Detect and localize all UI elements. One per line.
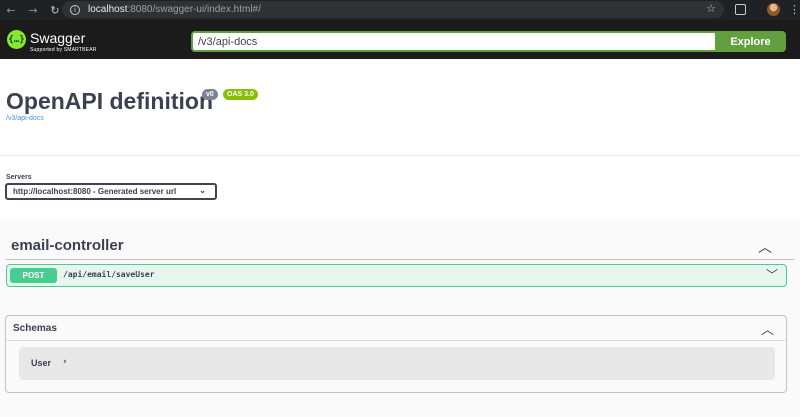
page-title: OpenAPI definition (6, 88, 213, 114)
extensions-icon[interactable] (735, 4, 746, 15)
tag-divider (6, 259, 794, 260)
spec-url-input[interactable]: /v3/api-docs (191, 31, 715, 52)
chevron-right-icon[interactable]: › (63, 357, 67, 367)
model-container[interactable]: User › (19, 347, 775, 380)
servers-select[interactable]: http://localhost:8080 - Generated server… (5, 183, 217, 200)
url-path: :8080/swagger-ui/index.html#/ (127, 4, 261, 15)
operation-block[interactable]: POST /api/email/saveUser ﹀ (6, 264, 787, 287)
brand-subtitle: Supported by SMARTBEAR (30, 47, 97, 53)
schemas-divider (6, 340, 786, 341)
version-badge: v0 (202, 89, 218, 100)
site-info-icon[interactable]: i (70, 4, 80, 15)
browser-menu-icon[interactable]: ⋮ (789, 3, 800, 16)
servers-selected-value: http://localhost:8080 - Generated server… (13, 187, 177, 196)
method-badge: POST (10, 268, 57, 283)
bookmark-star-icon[interactable]: ☆ (706, 2, 716, 15)
model-name: User (31, 358, 52, 368)
schemas-section: Schemas ︿ User › (5, 315, 787, 393)
schemas-title[interactable]: Schemas (13, 323, 57, 334)
brand-name: Swagger (30, 30, 86, 46)
address-url: localhost:8080/swagger-ui/index.html#/ (88, 4, 261, 15)
explore-button[interactable]: Explore (715, 31, 786, 52)
spec-link[interactable]: /v3/api-docs (6, 115, 44, 122)
chevron-up-icon[interactable]: ︿ (761, 319, 774, 338)
back-icon[interactable]: ← (0, 0, 22, 20)
chevron-down-icon[interactable]: ﹀ (766, 266, 778, 283)
tag-title[interactable]: email-controller (11, 237, 124, 254)
address-bar[interactable]: i localhost:8080/swagger-ui/index.html#/… (62, 1, 724, 18)
chevron-down-icon: ⌄ (199, 186, 206, 195)
forward-icon[interactable]: → (22, 0, 44, 20)
chevron-up-icon[interactable]: ︿ (758, 237, 772, 257)
swagger-logo-icon: {…} (7, 30, 26, 49)
oas-badge: OAS 3.0 (223, 89, 258, 100)
servers-label: Servers (6, 174, 32, 181)
profile-avatar[interactable] (767, 3, 780, 16)
url-host: localhost (88, 4, 128, 15)
operation-path: /api/email/saveUser (63, 270, 155, 279)
